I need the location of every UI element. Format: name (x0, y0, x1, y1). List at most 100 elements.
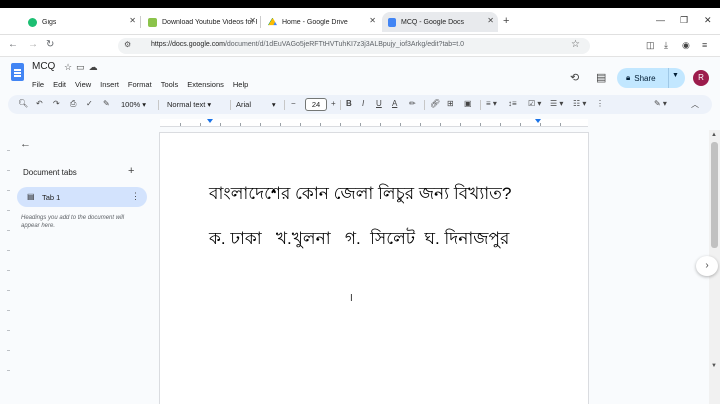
horizontal-ruler[interactable] (160, 119, 588, 127)
back-icon[interactable]: ← (8, 39, 18, 50)
line-spacing-icon[interactable]: ↕≡ (508, 99, 517, 108)
font-value: Arial (236, 100, 252, 109)
explore-icon[interactable]: › (696, 256, 718, 276)
browser-tab-google-drive[interactable]: Home - Google Drive ✕ (262, 12, 380, 32)
new-tab-plus-icon[interactable]: + (503, 15, 509, 27)
print-icon[interactable]: ⎙ (70, 99, 76, 109)
menu-icon[interactable]: ≡ (702, 40, 707, 50)
increase-font-size-icon[interactable]: + (331, 99, 336, 108)
style-value: Normal text (167, 100, 206, 109)
url-text: https://docs.google.com/document/d/1dEuV… (151, 41, 464, 48)
share-divider (668, 68, 669, 88)
decrease-font-size-icon[interactable]: − (291, 99, 296, 108)
toolbar-divider (340, 100, 341, 110)
forward-icon[interactable]: → (28, 39, 38, 50)
scroll-up-icon[interactable]: ▲ (711, 132, 717, 138)
menu-help[interactable]: Help (233, 80, 248, 89)
spellcheck-icon[interactable]: ✓ (86, 99, 93, 108)
tab-document-icon: ▤ (27, 192, 35, 201)
tab-title: Gigs (42, 18, 57, 26)
menu-insert[interactable]: Insert (100, 80, 119, 89)
cloud-status-icon[interactable]: ☁ (89, 62, 102, 72)
version-history-icon[interactable]: ⟲ (570, 71, 579, 84)
navigation-bar: ← → ↻ ⚙ https://docs.google.com/document… (0, 35, 720, 57)
document-page[interactable]: বাংলাদেশের কোন জেলা লিচুর জন্য বিখ্যাত? … (159, 132, 589, 404)
close-icon[interactable]: ✕ (369, 16, 376, 25)
checklist-icon[interactable]: ☑ ▾ (528, 99, 541, 108)
close-icon[interactable]: ✕ (129, 16, 136, 25)
address-bar[interactable]: ⚙ https://docs.google.com/document/d/1dE… (118, 38, 590, 54)
zoom-select[interactable]: 100% ▾ (121, 100, 146, 109)
bulleted-list-icon[interactable]: ☰ ▾ (550, 99, 563, 108)
toolbar-divider (284, 100, 285, 110)
google-drive-icon (268, 17, 277, 26)
answer-options-text[interactable]: ক. ঢাকা খ.খুলনা গ. সিলেট ঘ. দিনাজপুর (209, 226, 509, 254)
add-tab-icon[interactable]: + (128, 165, 134, 177)
title-icons: ☆▭☁ (64, 62, 102, 73)
vertical-ruler (7, 130, 13, 404)
insert-image-icon[interactable]: ▣ (464, 99, 472, 108)
highlight-color-icon[interactable]: ✏ (409, 99, 416, 108)
style-select[interactable]: Normal text ▾ (167, 100, 211, 109)
menu-format[interactable]: Format (128, 80, 152, 89)
more-options-icon[interactable]: ⋮ (596, 99, 604, 108)
sidebar-item-tab-1[interactable]: ▤ Tab 1 ⋮ (17, 187, 147, 207)
menu-extensions[interactable]: Extensions (187, 80, 224, 89)
insert-link-icon[interactable]: 🔗︎ (430, 99, 440, 108)
toolbar-divider (230, 100, 231, 110)
browser-tab-gigs[interactable]: Gigs ✕ (22, 12, 140, 32)
add-comment-icon[interactable]: ⊞ (447, 99, 454, 108)
site-info-icon[interactable]: ⚙ (124, 40, 131, 49)
search-menus-icon[interactable]: 🔍︎ (18, 99, 28, 108)
question-text[interactable]: বাংলাদেশের কোন জেলা লিচুর জন্য বিখ্যাত? (209, 181, 511, 209)
font-select[interactable]: Arial ▾ (236, 100, 276, 109)
hide-menus-icon[interactable]: ︿ (691, 99, 699, 110)
lock-icon: 🔒︎ (626, 73, 631, 82)
menu-tools[interactable]: Tools (161, 80, 179, 89)
tab-title: Home - Google Drive (282, 18, 348, 26)
paint-format-icon[interactable]: ✎ (103, 99, 110, 108)
close-icon[interactable]: ✕ (487, 16, 494, 25)
bold-icon[interactable]: B (346, 99, 352, 108)
menu-view[interactable]: View (75, 80, 91, 89)
bookmark-star-icon[interactable]: ☆ (571, 39, 580, 50)
comments-icon[interactable]: ▤ (596, 71, 606, 84)
avatar[interactable]: R (693, 70, 709, 86)
star-icon[interactable]: ☆ (64, 62, 76, 72)
menu-bar: File Edit View Insert Format Tools Exten… (32, 80, 248, 89)
underline-icon[interactable]: U (376, 99, 382, 108)
move-folder-icon[interactable]: ▭ (76, 62, 89, 72)
save-to-pocket-icon[interactable]: ◫ (646, 40, 655, 51)
font-size-input[interactable]: 24 (305, 98, 327, 111)
url-path: /document/d/1dEuVAGo5jeRFTtHVTuhKI7z3j3A… (224, 41, 465, 48)
url-host: https://docs.google.com (151, 41, 225, 48)
more-vert-icon[interactable]: ⋮ (131, 191, 140, 202)
browser-tab-youtube-download[interactable]: Download Youtube Videos for F ✕ (142, 12, 260, 32)
zoom-value: 100% (121, 100, 141, 109)
menu-edit[interactable]: Edit (53, 80, 66, 89)
undo-icon[interactable]: ↶ (36, 99, 43, 108)
download-arrow-icon[interactable]: ⤓ (664, 40, 668, 51)
chevron-down-icon[interactable]: ▼ (672, 72, 679, 79)
share-button[interactable]: 🔒︎ Share ▼ (617, 68, 685, 88)
left-indent-marker[interactable] (207, 119, 213, 123)
menu-file[interactable]: File (32, 80, 44, 89)
align-icon[interactable]: ≡ ▾ (486, 99, 497, 108)
close-icon[interactable]: ✕ (249, 16, 256, 25)
restore-icon[interactable]: ❐ (680, 15, 688, 26)
back-arrow-icon[interactable]: ← (20, 138, 31, 150)
editing-mode-icon[interactable]: ✎ ▾ (654, 99, 667, 108)
window-close-icon[interactable]: ✕ (704, 15, 712, 26)
docs-logo-icon[interactable] (11, 63, 24, 81)
document-title[interactable]: MCQ (32, 61, 55, 72)
scroll-down-icon[interactable]: ▼ (711, 363, 717, 369)
redo-icon[interactable]: ↷ (53, 99, 60, 108)
scrollbar-thumb[interactable] (711, 142, 718, 248)
italic-icon[interactable]: I (362, 99, 364, 108)
reload-icon[interactable]: ↻ (46, 39, 54, 50)
browser-tab-mcq-docs[interactable]: MCQ - Google Docs ✕ (382, 12, 498, 32)
text-color-icon[interactable]: A (392, 99, 397, 108)
minimize-icon[interactable]: — (656, 15, 665, 25)
numbered-list-icon[interactable]: ☷ ▾ (573, 99, 586, 108)
account-icon[interactable]: ◉ (682, 40, 690, 51)
